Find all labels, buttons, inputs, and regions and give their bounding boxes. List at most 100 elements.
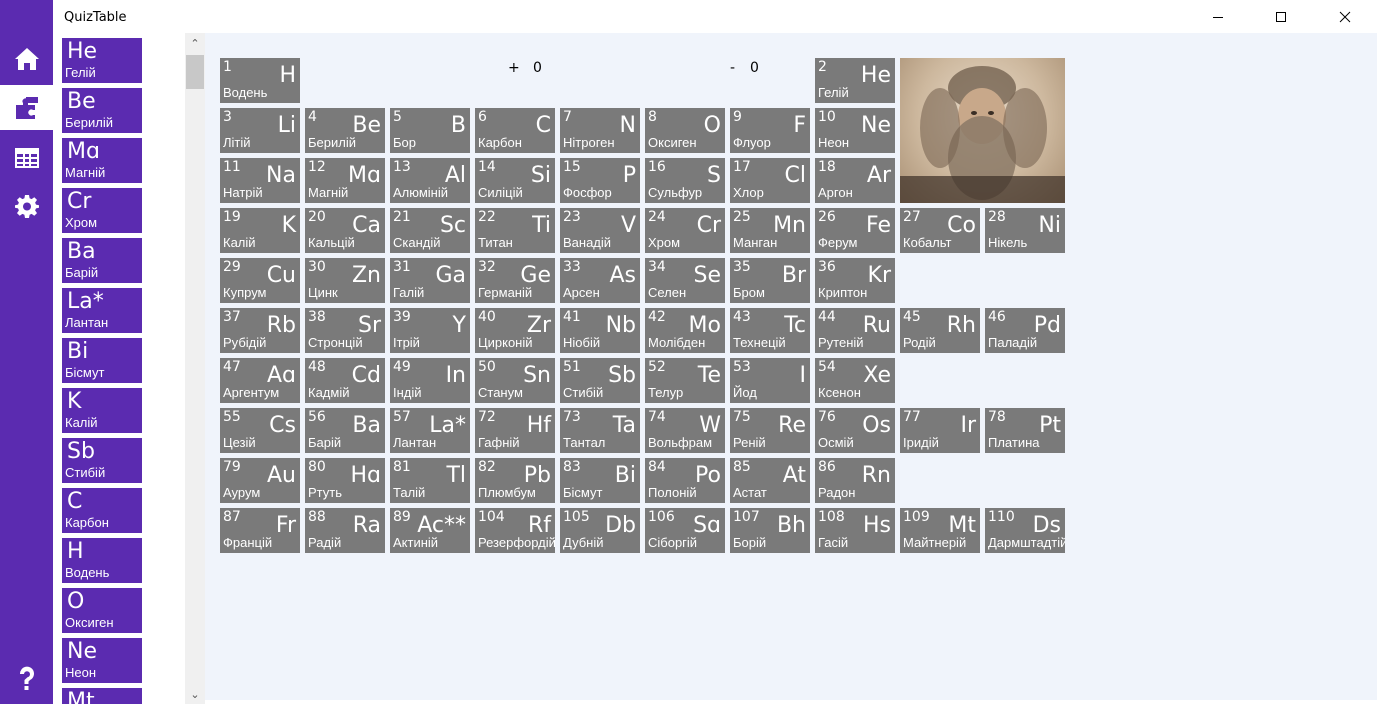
element-cell[interactable]: 24 Cr Хром [645,208,725,253]
element-cell[interactable]: 77 Ir Іридій [900,408,980,453]
nav-quiz-button[interactable] [0,85,53,130]
element-cell[interactable]: 34 Se Селен [645,258,725,303]
close-button[interactable] [1322,0,1368,33]
element-cell[interactable]: 107 Bh Борій [730,508,810,553]
element-cell[interactable]: 80 Hɑ Ртуть [305,458,385,503]
element-cell[interactable]: 19 K Калій [220,208,300,253]
vertical-scrollbar[interactable]: ⌃ ⌄ [185,33,205,704]
element-cell[interactable]: 14 Si Силіцій [475,158,555,203]
element-cell[interactable]: 33 As Арсен [560,258,640,303]
element-cell[interactable]: 31 Ga Галій [390,258,470,303]
element-cell[interactable]: 12 Mɑ Магній [305,158,385,203]
element-cell[interactable]: 79 Au Аурум [220,458,300,503]
element-cell[interactable]: 39 Y Ітрій [390,308,470,353]
quiz-card[interactable]: Ba Барій [62,238,142,283]
element-cell[interactable]: 18 Ar Аргон [815,158,895,203]
element-cell[interactable]: 106 Sɑ Сіборгій [645,508,725,553]
element-cell[interactable]: 51 Sb Стибій [560,358,640,403]
element-cell[interactable]: 16 S Сульфур [645,158,725,203]
element-cell[interactable]: 23 V Ванадій [560,208,640,253]
scroll-thumb[interactable] [186,55,204,89]
quiz-card[interactable]: O Оксиген [62,588,142,633]
element-cell[interactable]: 83 Bi Бісмут [560,458,640,503]
quiz-card[interactable]: H Водень [62,538,142,583]
maximize-button[interactable] [1258,0,1304,33]
element-cell[interactable]: 3 Li Літій [220,108,300,153]
element-cell[interactable]: 105 Db Дубній [560,508,640,553]
quiz-card[interactable]: Cr Хром [62,188,142,233]
element-cell[interactable]: 35 Br Бром [730,258,810,303]
element-cell[interactable]: 22 Ti Титан [475,208,555,253]
element-cell[interactable]: 5 B Бор [390,108,470,153]
element-cell[interactable]: 73 Ta Тантал [560,408,640,453]
element-cell[interactable]: 86 Rn Радон [815,458,895,503]
quiz-card[interactable]: Mɑ Магній [62,138,142,183]
nav-table-button[interactable] [0,135,53,180]
element-cell[interactable]: 4 Be Берилій [305,108,385,153]
element-cell[interactable]: 48 Cd Кадмій [305,358,385,403]
quiz-card[interactable]: He Гелій [62,38,142,83]
element-cell[interactable]: 1 H Водень [220,58,300,103]
quiz-card[interactable]: La* Лантан [62,288,142,333]
quiz-card[interactable]: Sb Стибій [62,438,142,483]
element-cell[interactable]: 84 Po Полоній [645,458,725,503]
element-cell[interactable]: 20 Ca Кальцій [305,208,385,253]
element-cell[interactable]: 50 Sn Станум [475,358,555,403]
element-cell[interactable]: 81 Tl Талій [390,458,470,503]
element-cell[interactable]: 15 P Фосфор [560,158,640,203]
element-cell[interactable]: 87 Fr Францій [220,508,300,553]
element-cell[interactable]: 46 Pd Паладій [985,308,1065,353]
element-cell[interactable]: 88 Ra Радій [305,508,385,553]
element-cell[interactable]: 30 Zn Цинк [305,258,385,303]
nav-help-button[interactable] [0,656,53,701]
element-cell[interactable]: 74 W Вольфрам [645,408,725,453]
quiz-card[interactable]: Bi Бісмут [62,338,142,383]
scroll-up-button[interactable]: ⌃ [185,33,205,53]
element-cell[interactable]: 47 Aɑ Аргентум [220,358,300,403]
quiz-card[interactable]: Be Берилій [62,88,142,133]
element-cell[interactable]: 53 I Йод [730,358,810,403]
element-cell[interactable]: 78 Pt Платина [985,408,1065,453]
quiz-card[interactable]: C Карбон [62,488,142,533]
element-cell[interactable]: 8 O Оксиген [645,108,725,153]
element-cell[interactable]: 76 Os Осмій [815,408,895,453]
element-cell[interactable]: 75 Re Реній [730,408,810,453]
element-cell[interactable]: 49 In Індій [390,358,470,403]
nav-settings-button[interactable] [0,183,53,228]
element-cell[interactable]: 89 Ac** Актиній [390,508,470,553]
element-cell[interactable]: 43 Tc Технецій [730,308,810,353]
element-cell[interactable]: 6 C Карбон [475,108,555,153]
scroll-down-button[interactable]: ⌄ [185,684,205,704]
element-cell[interactable]: 11 Na Натрій [220,158,300,203]
element-cell[interactable]: 52 Te Телур [645,358,725,403]
element-cell[interactable]: 17 Cl Хлор [730,158,810,203]
element-cell[interactable]: 85 At Астат [730,458,810,503]
element-cell[interactable]: 56 Ba Барій [305,408,385,453]
quiz-card[interactable]: Ne Неон [62,638,142,683]
element-cell[interactable]: 44 Ru Рутеній [815,308,895,353]
element-cell[interactable]: 104 Rf Резерфордій [475,508,555,553]
element-cell[interactable]: 7 N Нітроген [560,108,640,153]
element-cell[interactable]: 21 Sc Скандій [390,208,470,253]
element-cell[interactable]: 55 Cs Цезій [220,408,300,453]
quiz-card[interactable]: Mt [62,688,142,704]
element-cell[interactable]: 41 Nb Ніобій [560,308,640,353]
element-cell[interactable]: 29 Cu Купрум [220,258,300,303]
element-cell[interactable]: 26 Fe Ферум [815,208,895,253]
element-cell[interactable]: 40 Zr Цирконій [475,308,555,353]
element-cell[interactable]: 27 Co Кобальт [900,208,980,253]
element-cell[interactable]: 13 Al Алюміній [390,158,470,203]
element-cell[interactable]: 82 Pb Плюмбум [475,458,555,503]
element-cell[interactable]: 28 Ni Нікель [985,208,1065,253]
element-cell[interactable]: 2 He Гелій [815,58,895,103]
element-cell[interactable]: 25 Mn Манган [730,208,810,253]
element-cell[interactable]: 10 Ne Неон [815,108,895,153]
element-cell[interactable]: 109 Mt Майтнерій [900,508,980,553]
element-cell[interactable]: 72 Hf Гафній [475,408,555,453]
element-cell[interactable]: 37 Rb Рубідій [220,308,300,353]
element-cell[interactable]: 9 F Флуор [730,108,810,153]
quiz-card[interactable]: K Калій [62,388,142,433]
element-cell[interactable]: 36 Kr Криптон [815,258,895,303]
element-cell[interactable]: 57 La* Лантан [390,408,470,453]
element-cell[interactable]: 110 Ds Дармштадтій [985,508,1065,553]
